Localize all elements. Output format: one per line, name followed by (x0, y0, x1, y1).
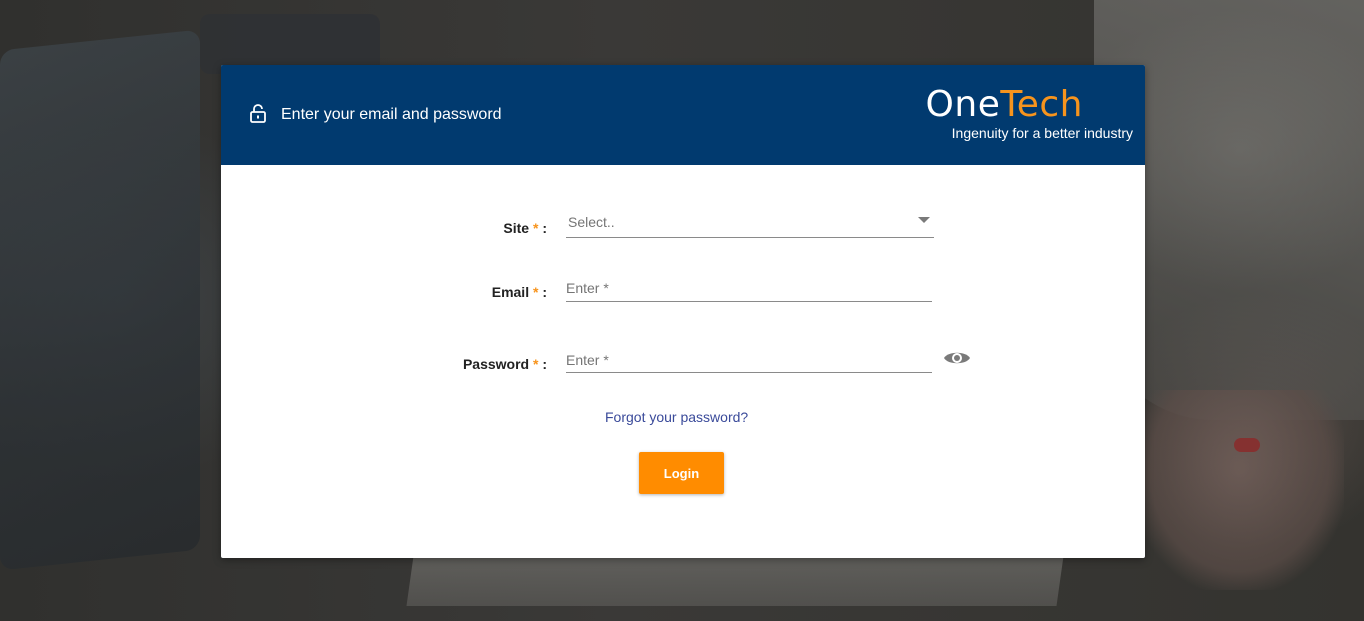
page-title: Enter your email and password (281, 106, 502, 123)
card-header: Enter your email and password OneTech In… (221, 65, 1145, 165)
email-placeholder: Enter * (566, 280, 609, 296)
logo-tagline: Ingenuity for a better industry (951, 125, 1133, 141)
password-field[interactable]: Enter * (566, 352, 932, 373)
forgot-password-link[interactable]: Forgot your password? (605, 409, 748, 425)
email-field[interactable]: Enter * (566, 280, 932, 302)
login-button[interactable]: Login (639, 452, 724, 494)
password-placeholder: Enter * (566, 352, 609, 368)
background-paper (406, 556, 1064, 606)
background-hand (1134, 390, 1344, 590)
login-card: Enter your email and password OneTech In… (221, 65, 1145, 558)
chevron-down-icon (918, 217, 930, 223)
background-tablet (0, 29, 200, 571)
site-label: Site * : (503, 220, 547, 236)
site-select-value: Select.. (568, 214, 615, 230)
onetech-logo: OneTech Ingenuity for a better industry (923, 85, 1133, 145)
site-select[interactable]: Select.. (566, 212, 934, 238)
eye-icon[interactable] (943, 348, 971, 368)
password-label: Password * : (462, 356, 547, 372)
background-red-object (1234, 438, 1260, 452)
email-label: Email * : (491, 284, 547, 300)
lock-open-icon (250, 104, 266, 123)
logo-wordmark: OneTech (925, 84, 1083, 125)
